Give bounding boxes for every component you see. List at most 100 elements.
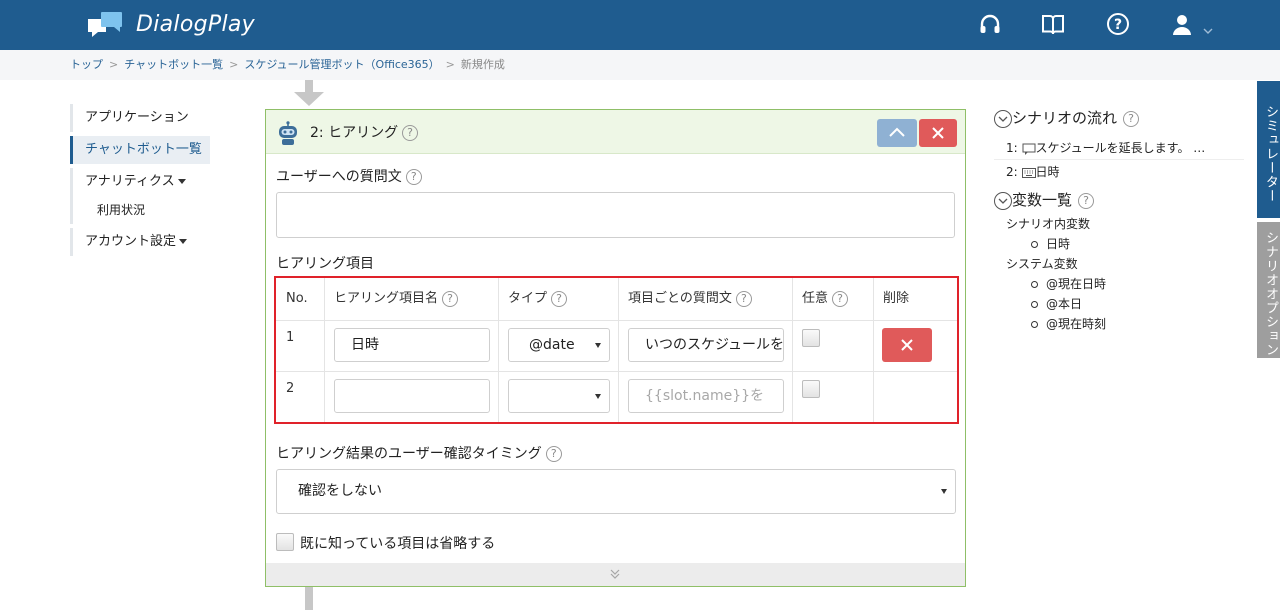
item-name-input[interactable] bbox=[334, 379, 490, 413]
col-header-name: ヒアリング項目名 bbox=[334, 291, 439, 306]
item-question-input[interactable]: {{slot.name}}を bbox=[628, 379, 784, 413]
help-icon[interactable]: ? bbox=[545, 446, 562, 462]
help-circle-icon[interactable]: ? bbox=[1106, 12, 1130, 40]
row-number: 2 bbox=[286, 381, 295, 396]
breadcrumb-link-chatbots[interactable]: チャットボット一覧 bbox=[124, 58, 223, 71]
confirm-timing-select[interactable]: 確認をしない bbox=[276, 469, 956, 514]
item-name-input[interactable]: 日時 bbox=[334, 328, 490, 362]
help-icon[interactable]: ? bbox=[442, 290, 459, 307]
chat-bubbles-icon bbox=[88, 11, 124, 37]
help-icon[interactable]: ? bbox=[1078, 192, 1095, 209]
item-type-select[interactable] bbox=[508, 379, 610, 413]
col-header-name-wrap: ヒアリング項目名? bbox=[326, 278, 459, 320]
delete-item-button[interactable] bbox=[882, 328, 932, 362]
table-divider bbox=[276, 371, 957, 372]
scenario-vars-label: シナリオ内変数 bbox=[1006, 217, 1091, 231]
breadcrumb-link-bot[interactable]: スケジュール管理ボット（Office365） bbox=[244, 58, 439, 71]
var-item: 日時 bbox=[994, 234, 1244, 254]
help-icon[interactable]: ? bbox=[405, 169, 422, 185]
col-header-type-wrap: タイプ? bbox=[500, 278, 568, 320]
help-icon[interactable]: ? bbox=[551, 290, 568, 307]
chevron-down-icon[interactable] bbox=[1203, 20, 1213, 39]
item-type-value: @date bbox=[529, 337, 575, 353]
sidebar-item-label: 利用状況 bbox=[97, 203, 146, 217]
var-item: @現在日時 bbox=[994, 274, 1244, 294]
caret-down-icon bbox=[595, 343, 601, 348]
sidebar-item-usage[interactable]: 利用状況 bbox=[70, 196, 210, 224]
breadcrumb-separator: > bbox=[229, 58, 239, 71]
sidebar-item-chatbots[interactable]: チャットボット一覧 bbox=[70, 136, 210, 164]
card-header: 2: ヒアリング? bbox=[266, 110, 965, 154]
confirm-label-wrap: ヒアリング結果のユーザー確認タイミング? bbox=[276, 443, 562, 463]
flow-item[interactable]: 2: 日時 bbox=[994, 160, 1244, 184]
robot-icon bbox=[276, 121, 300, 145]
optional-checkbox[interactable] bbox=[802, 380, 820, 398]
top-navbar: DialogPlay ? bbox=[0, 0, 1280, 50]
col-header-optional: 任意 bbox=[802, 291, 829, 306]
sidebar-item-account-settings[interactable]: アカウント設定 bbox=[70, 228, 210, 256]
caret-down-icon bbox=[179, 239, 188, 244]
tab-scenario-options[interactable]: シナリオオプション bbox=[1257, 222, 1280, 358]
skip-known-checkbox[interactable] bbox=[276, 533, 294, 551]
help-icon[interactable]: ? bbox=[402, 125, 419, 141]
question-label-wrap: ユーザーへの質問文? bbox=[276, 166, 422, 186]
col-header-question: 項目ごとの質問文 bbox=[628, 291, 732, 306]
item-question-input[interactable]: いつのスケジュールを bbox=[628, 328, 784, 362]
system-vars-label: システム変数 bbox=[1006, 257, 1078, 271]
breadcrumb-link-top[interactable]: トップ bbox=[70, 58, 103, 71]
breadcrumb-separator: > bbox=[109, 58, 119, 71]
collapse-circle-icon[interactable] bbox=[994, 191, 1012, 210]
delete-step-button[interactable] bbox=[919, 119, 957, 147]
col-header-type: タイプ bbox=[508, 291, 548, 306]
breadcrumb: トップ > チャットボット一覧 > スケジュール管理ボット（Office365） > 新規作… bbox=[0, 50, 1280, 80]
collapse-circle-icon[interactable] bbox=[994, 109, 1012, 128]
col-header-delete: 削除 bbox=[883, 291, 910, 306]
sidebar-item-label: チャットボット一覧 bbox=[85, 142, 202, 157]
app-name: DialogPlay bbox=[136, 11, 255, 37]
vars-title: 変数一覧 bbox=[1012, 191, 1073, 209]
card-title-wrap: 2: ヒアリング? bbox=[310, 122, 419, 142]
question-textarea[interactable] bbox=[276, 192, 955, 238]
table-divider bbox=[792, 278, 793, 422]
caret-down-icon bbox=[177, 179, 186, 184]
headset-icon[interactable] bbox=[978, 12, 1002, 40]
flow-section-title[interactable]: シナリオの流れ? bbox=[994, 106, 1244, 130]
item-type-select[interactable]: @date bbox=[508, 328, 610, 362]
caret-down-icon bbox=[941, 489, 947, 494]
sidebar-item-label: アナリティクス bbox=[85, 174, 175, 189]
vars-section-title[interactable]: 変数一覧? bbox=[994, 188, 1244, 212]
col-header-optional-wrap: 任意? bbox=[794, 278, 849, 320]
help-icon[interactable]: ? bbox=[735, 290, 752, 307]
table-divider bbox=[324, 278, 325, 422]
items-label: ヒアリング項目 bbox=[276, 256, 374, 272]
tab-simulator[interactable]: シミュレーター bbox=[1257, 81, 1280, 218]
var-item: @現在時刻 bbox=[994, 314, 1244, 334]
breadcrumb-current: 新規作成 bbox=[460, 58, 505, 71]
confirm-label: ヒアリング結果のユーザー確認タイミング bbox=[276, 446, 542, 462]
app-logo[interactable]: DialogPlay bbox=[88, 11, 255, 37]
hearing-step-card: 2: ヒアリング? ユーザーへの質問文? ヒアリング項目 No. ヒアリング項目… bbox=[265, 109, 966, 587]
optional-checkbox[interactable] bbox=[802, 329, 820, 347]
flow-item-text: 日時 bbox=[1035, 165, 1060, 179]
flow-connector bbox=[305, 587, 313, 610]
col-header-question-wrap: 項目ごとの質問文? bbox=[620, 278, 752, 320]
user-icon[interactable] bbox=[1170, 12, 1194, 40]
collapse-button[interactable] bbox=[877, 119, 917, 147]
flow-item[interactable]: 1: スケジュールを延長します。 … bbox=[994, 136, 1244, 160]
sidebar-nav: アプリケーション チャットボット一覧 アナリティクス 利用状況 アカウント設定 bbox=[70, 104, 210, 256]
col-header-no: No. bbox=[286, 291, 308, 306]
flow-item-index: 2: bbox=[1006, 165, 1018, 179]
expand-footer[interactable] bbox=[266, 563, 965, 586]
sidebar-item-analytics[interactable]: アナリティクス bbox=[70, 168, 210, 196]
keyboard-icon bbox=[1021, 167, 1036, 178]
skip-known-label: 既に知っている項目は省略する bbox=[300, 536, 496, 552]
sidebar-item-label: アプリケーション bbox=[85, 110, 189, 125]
help-icon[interactable]: ? bbox=[1123, 110, 1140, 127]
caret-down-icon bbox=[595, 394, 601, 399]
book-icon[interactable] bbox=[1041, 12, 1065, 40]
help-icon[interactable]: ? bbox=[832, 290, 849, 307]
sidebar-item-applications[interactable]: アプリケーション bbox=[70, 104, 210, 132]
question-label: ユーザーへの質問文 bbox=[276, 169, 402, 185]
flow-arrow-icon bbox=[294, 80, 324, 106]
table-divider bbox=[498, 278, 499, 422]
